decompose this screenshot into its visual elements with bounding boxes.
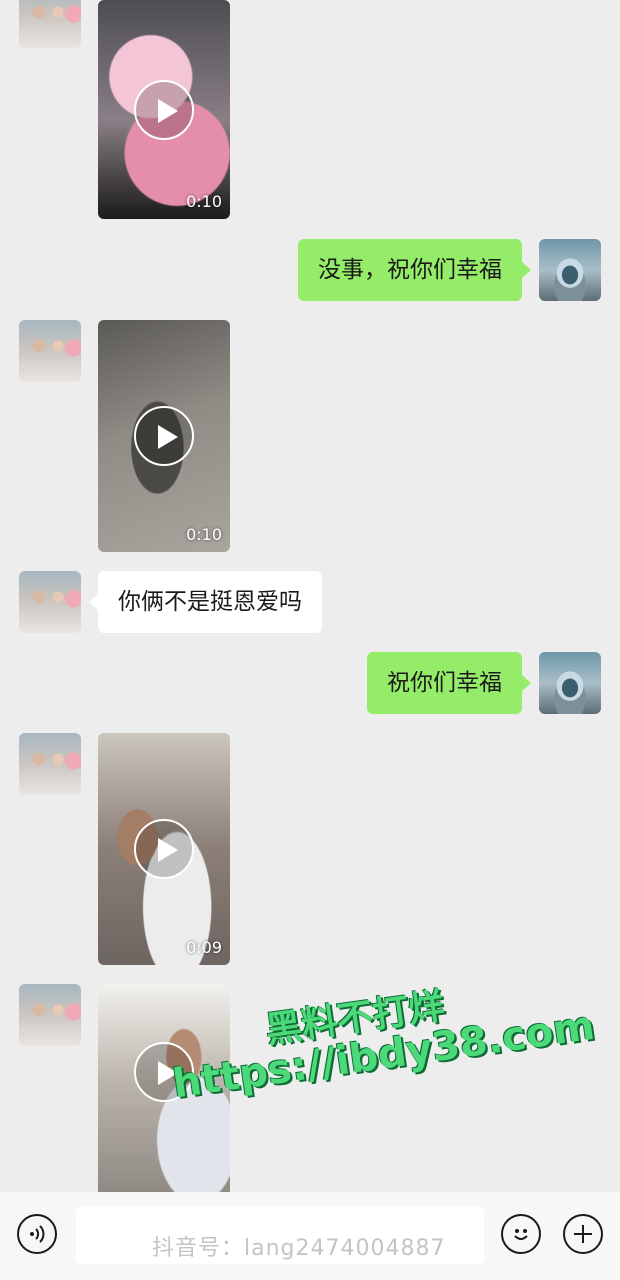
video-message[interactable]: 0:10 <box>98 320 230 552</box>
voice-icon[interactable] <box>17 1214 57 1254</box>
play-icon[interactable] <box>134 79 194 140</box>
sent-message-bubble[interactable]: 没事，祝你们幸福 <box>298 239 531 301</box>
play-icon[interactable] <box>134 406 194 466</box>
my-avatar[interactable] <box>539 652 601 714</box>
video-message[interactable]: 0:09 <box>98 733 230 965</box>
source-watermark: 抖音号：lang2474004887 <box>152 1236 446 1261</box>
received-message-bubble[interactable]: 你俩不是挺恩爱吗 <box>89 571 322 633</box>
video-duration: 0:10 <box>186 525 222 544</box>
video-message[interactable]: 0:10 <box>98 0 230 219</box>
video-duration: 0:09 <box>186 938 222 957</box>
contact-avatar[interactable] <box>19 571 81 633</box>
plus-icon[interactable] <box>563 1214 603 1254</box>
video-duration: 0:10 <box>186 192 222 211</box>
sent-message-bubble[interactable]: 祝你们幸福 <box>367 652 531 714</box>
contact-avatar[interactable] <box>19 984 81 1046</box>
contact-avatar[interactable] <box>19 0 81 48</box>
play-icon[interactable] <box>134 819 194 879</box>
emoji-icon[interactable] <box>501 1214 541 1254</box>
contact-avatar[interactable] <box>19 733 81 795</box>
contact-avatar[interactable] <box>19 320 81 382</box>
my-avatar[interactable] <box>539 239 601 301</box>
